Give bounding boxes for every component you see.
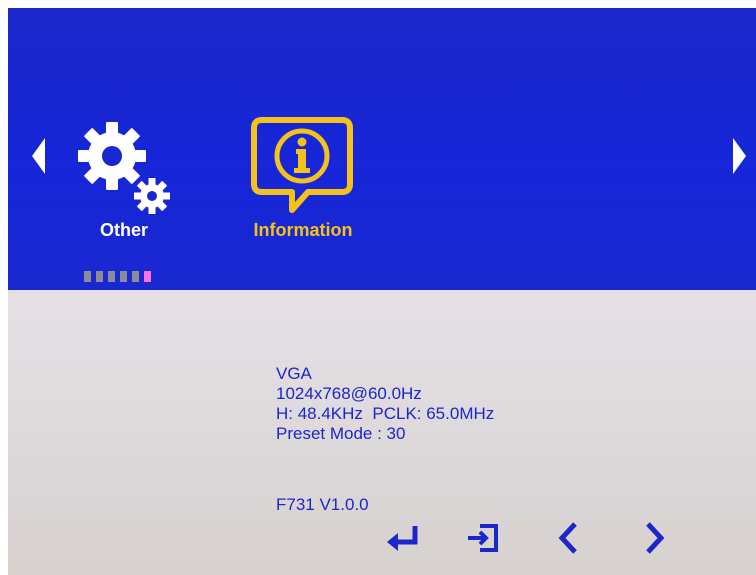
page-indicator-dot-active [144,271,151,282]
gears-icon [74,118,174,223]
firmware-version: F731 V1.0.0 [276,495,369,514]
frequency-readout: H: 48.4KHz PCLK: 65.0MHz [276,404,495,423]
page-indicator [84,271,151,282]
page-indicator-dot [132,271,139,282]
page-indicator-dot [84,271,91,282]
page-indicator-dot [96,271,103,282]
menu-header: Other Information [8,8,756,290]
next-button[interactable] [632,521,678,560]
scroll-left-arrow-icon[interactable] [32,138,46,179]
enter-button[interactable] [380,522,426,558]
info-icon [248,116,358,221]
menu-tile-other[interactable]: Other [74,118,174,248]
menu-tile-information[interactable]: Information [238,116,368,251]
page-indicator-dot [108,271,115,282]
resolution-readout: 1024x768@60.0Hz [276,384,422,403]
enter-icon [385,524,421,557]
page-indicator-dot [120,271,127,282]
exit-icon [466,523,500,558]
screen-frame: Other Information [0,0,756,575]
chevron-left-icon [557,521,579,560]
menu-tile-information-label: Information [253,220,353,240]
signal-info: VGA 1024x768@60.0Hz H: 48.4KHz PCLK: 65.… [276,364,494,444]
osd-menu: Other Information [8,8,756,575]
preset-mode-readout: Preset Mode : 30 [276,424,406,443]
chevron-right-icon [644,521,666,560]
input-source: VGA [276,364,312,383]
menu-tile-other-label: Other [99,220,148,240]
scroll-right-arrow-icon[interactable] [732,138,746,179]
exit-button[interactable] [460,522,506,558]
previous-button[interactable] [545,521,591,560]
